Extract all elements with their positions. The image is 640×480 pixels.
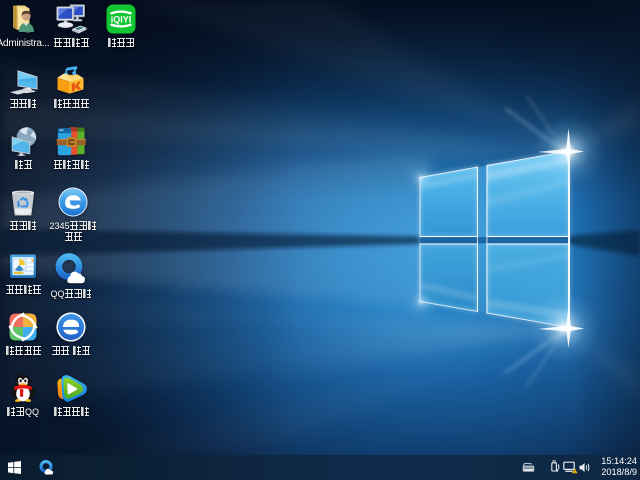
svg-text:iQIYI: iQIYI [111,15,132,25]
